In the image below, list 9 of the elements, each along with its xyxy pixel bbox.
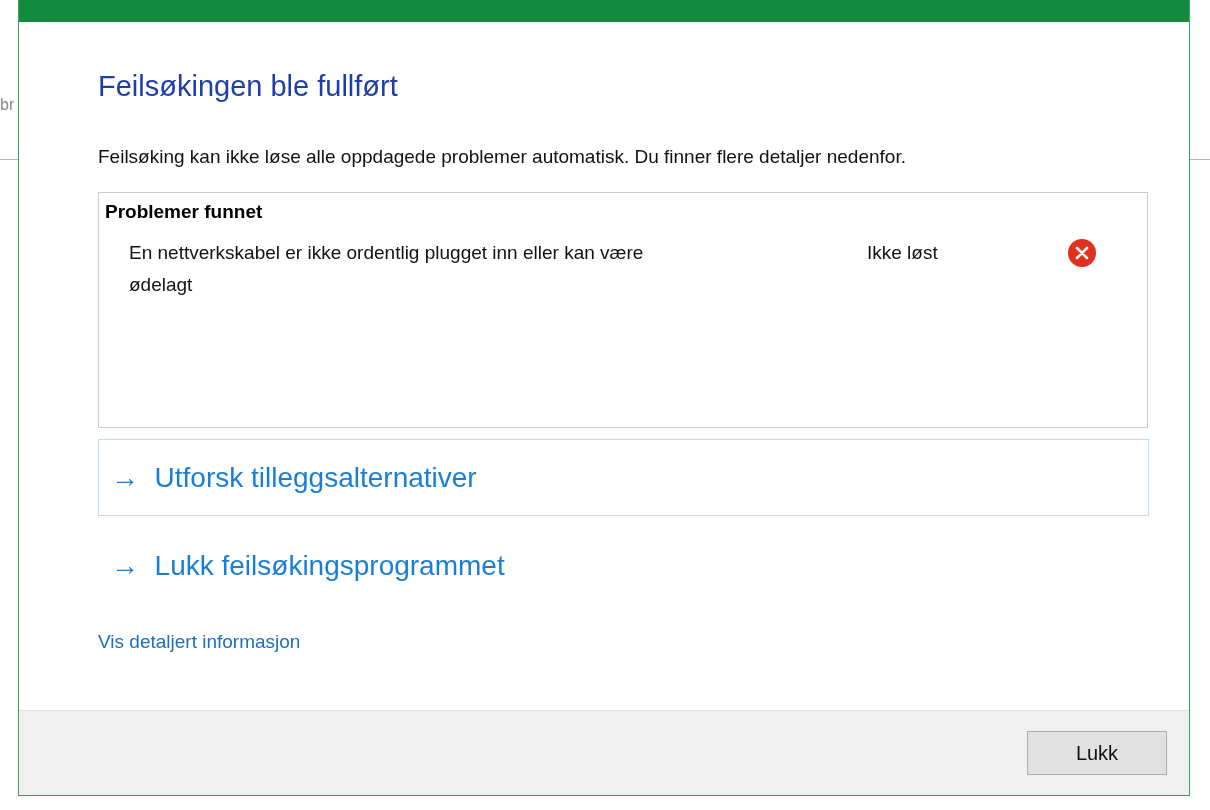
details-link[interactable]: Vis detaljert informasjon [98, 631, 301, 653]
close-button[interactable]: Lukk [1027, 731, 1167, 775]
problem-text: En nettverkskabel er ikke ordentlig plugget inn eller kan være ødelagt [129, 241, 645, 297]
option-link[interactable]: → Utforsk tilleggsalternativer [98, 439, 1149, 516]
problem-status: Ikke løst [867, 241, 939, 265]
background-text: br [0, 96, 15, 114]
problems-heading: Problemer funnet [105, 201, 264, 223]
description-text: Feilsøking kan ikke løse alle oppdagede problemer automatisk. Du finner flere detaljer nedenfor. [98, 146, 906, 168]
dialog-title: Feilsøkingen ble fullført [98, 70, 398, 103]
